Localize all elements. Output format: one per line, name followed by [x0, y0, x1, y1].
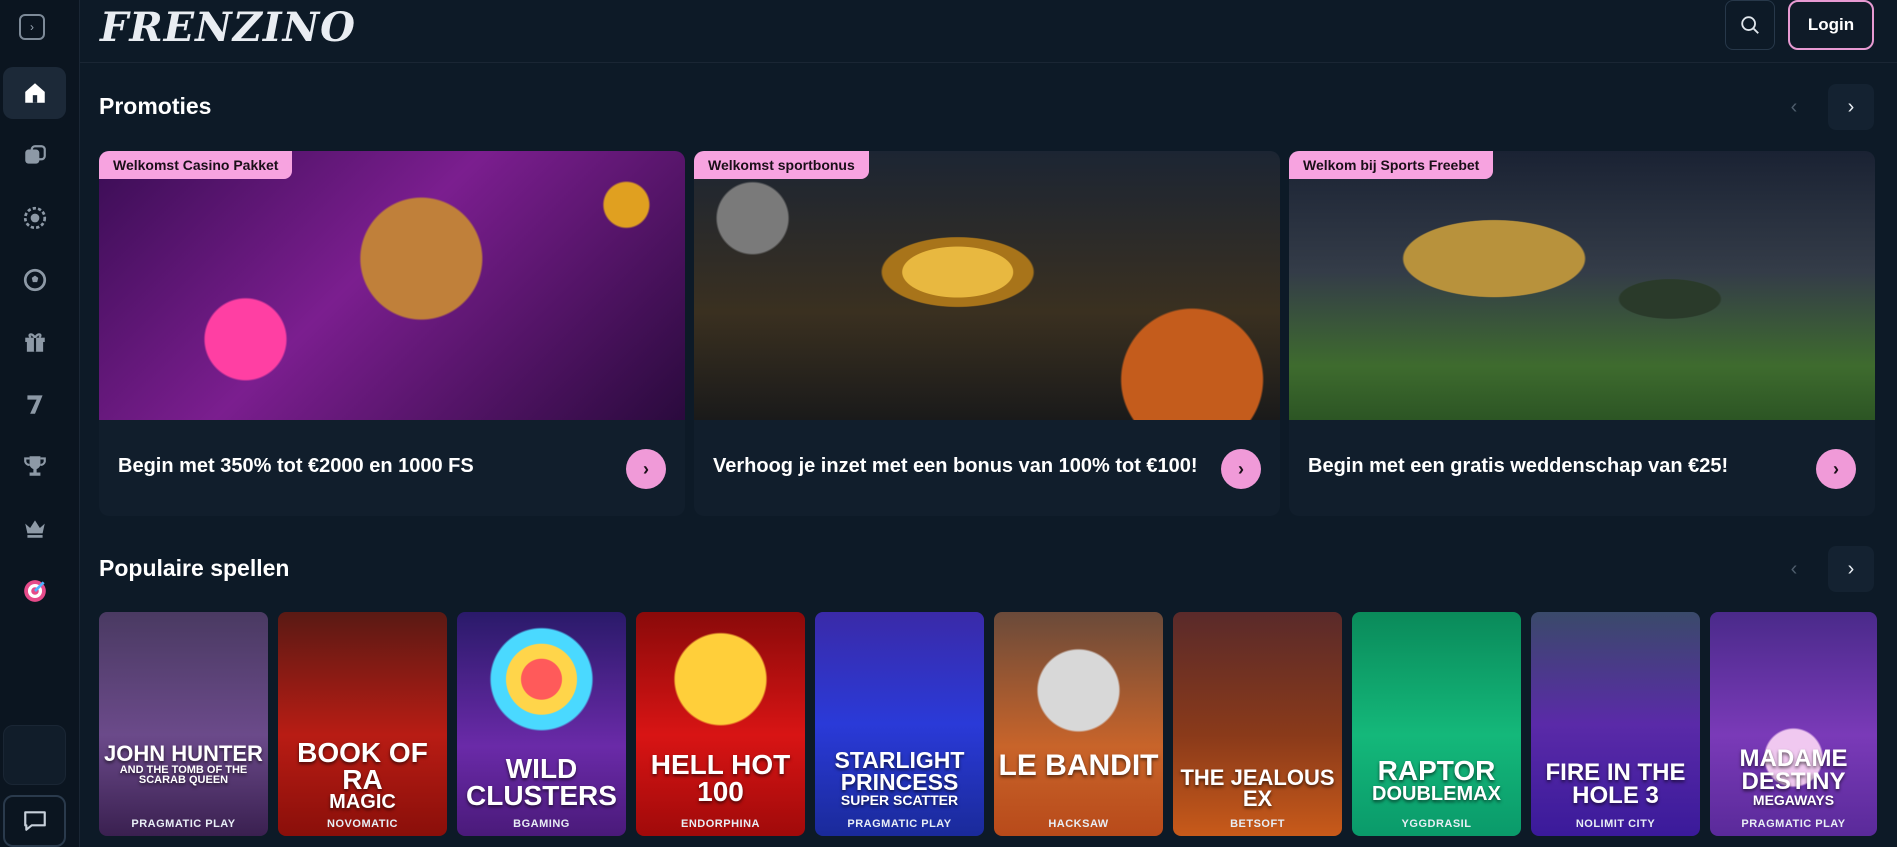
chevron-right-icon: ›	[643, 458, 649, 479]
sidebar-item-tournaments[interactable]	[3, 440, 66, 492]
promotions-next-button[interactable]: ›	[1828, 84, 1874, 130]
sidebar-bottom-panel[interactable]	[3, 725, 66, 785]
game-tile-madame-destiny[interactable]: Madame Destiny Megaways PRAGMATIC PLAY	[1710, 612, 1877, 836]
game-title: Book of Ra Magic	[297, 737, 428, 814]
promo-badge: Welkom bij Sports Freebet	[1289, 151, 1494, 179]
chevron-right-icon: ›	[1238, 458, 1244, 479]
game-title: Le Bandit	[998, 749, 1159, 782]
chevron-left-icon: ‹	[1790, 557, 1798, 580]
game-tile-hell-hot-100[interactable]: Hell Hot 100 ENDORPHINA	[636, 612, 805, 836]
promo-go-button[interactable]: ›	[1816, 449, 1856, 489]
promo-text: Begin met een gratis weddenschap van €25…	[1308, 455, 1729, 477]
game-title: Madame Destiny Megaways	[1739, 745, 1848, 808]
target-icon	[23, 580, 46, 602]
sidebar-item-slots[interactable]	[3, 378, 66, 430]
game-title: Raptor Doublemax	[1372, 755, 1501, 805]
games-prev-button[interactable]: ‹	[1774, 549, 1814, 589]
seven-icon	[26, 395, 43, 414]
game-tile-le-bandit[interactable]: Le Bandit HACKSAW	[994, 612, 1163, 836]
chevron-right-icon: ›	[1847, 95, 1855, 118]
crown-icon	[24, 520, 45, 538]
game-provider: HACKSAW	[1048, 818, 1109, 830]
sidebar-item-roulette[interactable]	[3, 192, 66, 244]
sidebar-item-missions[interactable]	[3, 565, 66, 617]
games-next-button[interactable]: ›	[1828, 546, 1874, 592]
promotions-title: Promoties	[99, 93, 212, 119]
casino-chip-icon	[24, 145, 46, 164]
game-provider: NOVOMATIC	[327, 818, 398, 830]
live-chat-button[interactable]	[3, 795, 66, 847]
game-title: Starlight Princess Super Scatter	[834, 747, 965, 808]
chat-icon	[23, 811, 46, 831]
game-provider: PRAGMATIC PLAY	[847, 818, 952, 830]
promo-badge: Welkomst sportbonus	[694, 151, 869, 179]
promo-badge: Welkomst Casino Pakket	[99, 151, 293, 179]
game-provider: PRAGMATIC PLAY	[1741, 818, 1846, 830]
game-title: Hell Hot 100	[650, 749, 791, 807]
game-tile-fire-in-the-hole-3[interactable]: Fire in the Hole 3 NOLIMIT CITY	[1531, 612, 1700, 836]
game-tile-raptor-doublemax[interactable]: Raptor Doublemax YGGDRASIL	[1352, 612, 1521, 836]
game-title: John Hunter and the Tomb of the Scarab Qu…	[104, 741, 263, 787]
sidebar-item-vip[interactable]	[3, 502, 66, 554]
promo-image-trophy	[694, 151, 1280, 420]
promotions-prev-button[interactable]: ‹	[1774, 87, 1814, 127]
roulette-icon	[23, 206, 46, 230]
search-icon	[1741, 16, 1759, 34]
sidebar-item-promotions[interactable]	[3, 316, 66, 368]
sidebar-toggle-icon[interactable]: ›	[19, 14, 45, 40]
promo-text: Verhoog je inzet met een bonus van 100% …	[713, 455, 1198, 477]
promo-card-casino[interactable]: Welkomst Casino Pakket Begin met 350% to…	[99, 151, 685, 516]
promo-text: Begin met 350% tot €2000 en 1000 FS	[118, 455, 474, 477]
game-tile-wild-clusters[interactable]: Wild Clusters BGAMING	[457, 612, 626, 836]
promo-image-casino-monster	[99, 151, 685, 420]
game-provider: NOLIMIT CITY	[1575, 818, 1656, 830]
sidebar-item-sports[interactable]	[3, 254, 66, 306]
game-title: Wild Clusters	[466, 753, 617, 811]
game-provider: PRAGMATIC PLAY	[131, 818, 236, 830]
sidebar-item-casino[interactable]	[3, 130, 66, 182]
game-tile-john-hunter[interactable]: John Hunter and the Tomb of the Scarab Qu…	[99, 612, 268, 836]
chevron-left-icon: ‹	[1790, 95, 1798, 118]
gift-icon	[24, 333, 45, 352]
football-icon	[23, 268, 46, 292]
search-button[interactable]	[1725, 0, 1775, 50]
game-tile-book-of-ra[interactable]: Book of Ra Magic NOVOMATIC	[278, 612, 447, 836]
trophy-icon	[23, 456, 46, 476]
login-button[interactable]: Login	[1788, 0, 1874, 50]
chevron-right-icon: ›	[1833, 458, 1839, 479]
home-icon	[24, 83, 45, 103]
sidebar-item-home[interactable]	[3, 67, 66, 119]
game-provider: BETSOFT	[1230, 818, 1285, 830]
game-provider: YGGDRASIL	[1401, 818, 1472, 830]
chevron-right-icon: ›	[1847, 557, 1855, 580]
promo-image-football-player	[1289, 151, 1875, 420]
sidebar: ›	[0, 0, 80, 847]
game-provider: BGAMING	[513, 818, 570, 830]
game-tile-starlight-princess[interactable]: Starlight Princess Super Scatter PRAGMATI…	[815, 612, 984, 836]
game-provider: ENDORPHINA	[681, 818, 760, 830]
promo-card-sport[interactable]: Welkomst sportbonus Verhoog je inzet met…	[694, 151, 1280, 516]
game-title: Fire in the Hole 3	[1545, 759, 1686, 809]
promo-go-button[interactable]: ›	[1221, 449, 1261, 489]
popular-games-title: Populaire spellen	[99, 555, 290, 581]
frenzino-logo[interactable]: FRENZINO	[100, 4, 356, 51]
game-title: The Jealous Ex	[1180, 765, 1335, 811]
promo-go-button[interactable]: ›	[626, 449, 666, 489]
game-tile-the-jealous-ex[interactable]: The Jealous Ex BETSOFT	[1173, 612, 1342, 836]
promo-card-freebet[interactable]: Welkom bij Sports Freebet Begin met een …	[1289, 151, 1875, 516]
top-header: FRENZINO Login	[80, 0, 1897, 63]
